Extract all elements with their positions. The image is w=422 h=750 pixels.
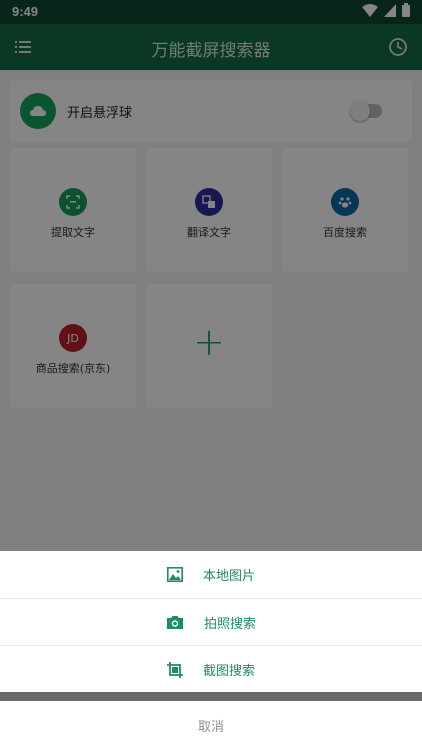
cancel-button[interactable]: 取消 (0, 701, 422, 750)
sheet-divider (0, 692, 422, 701)
sheet-item-camera-search[interactable]: 拍照搜索 (0, 598, 422, 646)
sheet-item-label: 拍照搜索 (203, 617, 256, 632)
crop-icon (166, 661, 183, 678)
image-icon (166, 567, 183, 582)
camera-icon (166, 616, 183, 629)
sheet-item-screenshot-search[interactable]: 截图搜索 (0, 645, 422, 693)
bottom-sheet: 本地图片 拍照搜索 截图搜索 (0, 551, 422, 692)
sheet-item-local-image[interactable]: 本地图片 (0, 551, 422, 598)
sheet-item-label: 本地图片 (202, 569, 255, 584)
sheet-item-label: 截图搜索 (202, 664, 255, 679)
